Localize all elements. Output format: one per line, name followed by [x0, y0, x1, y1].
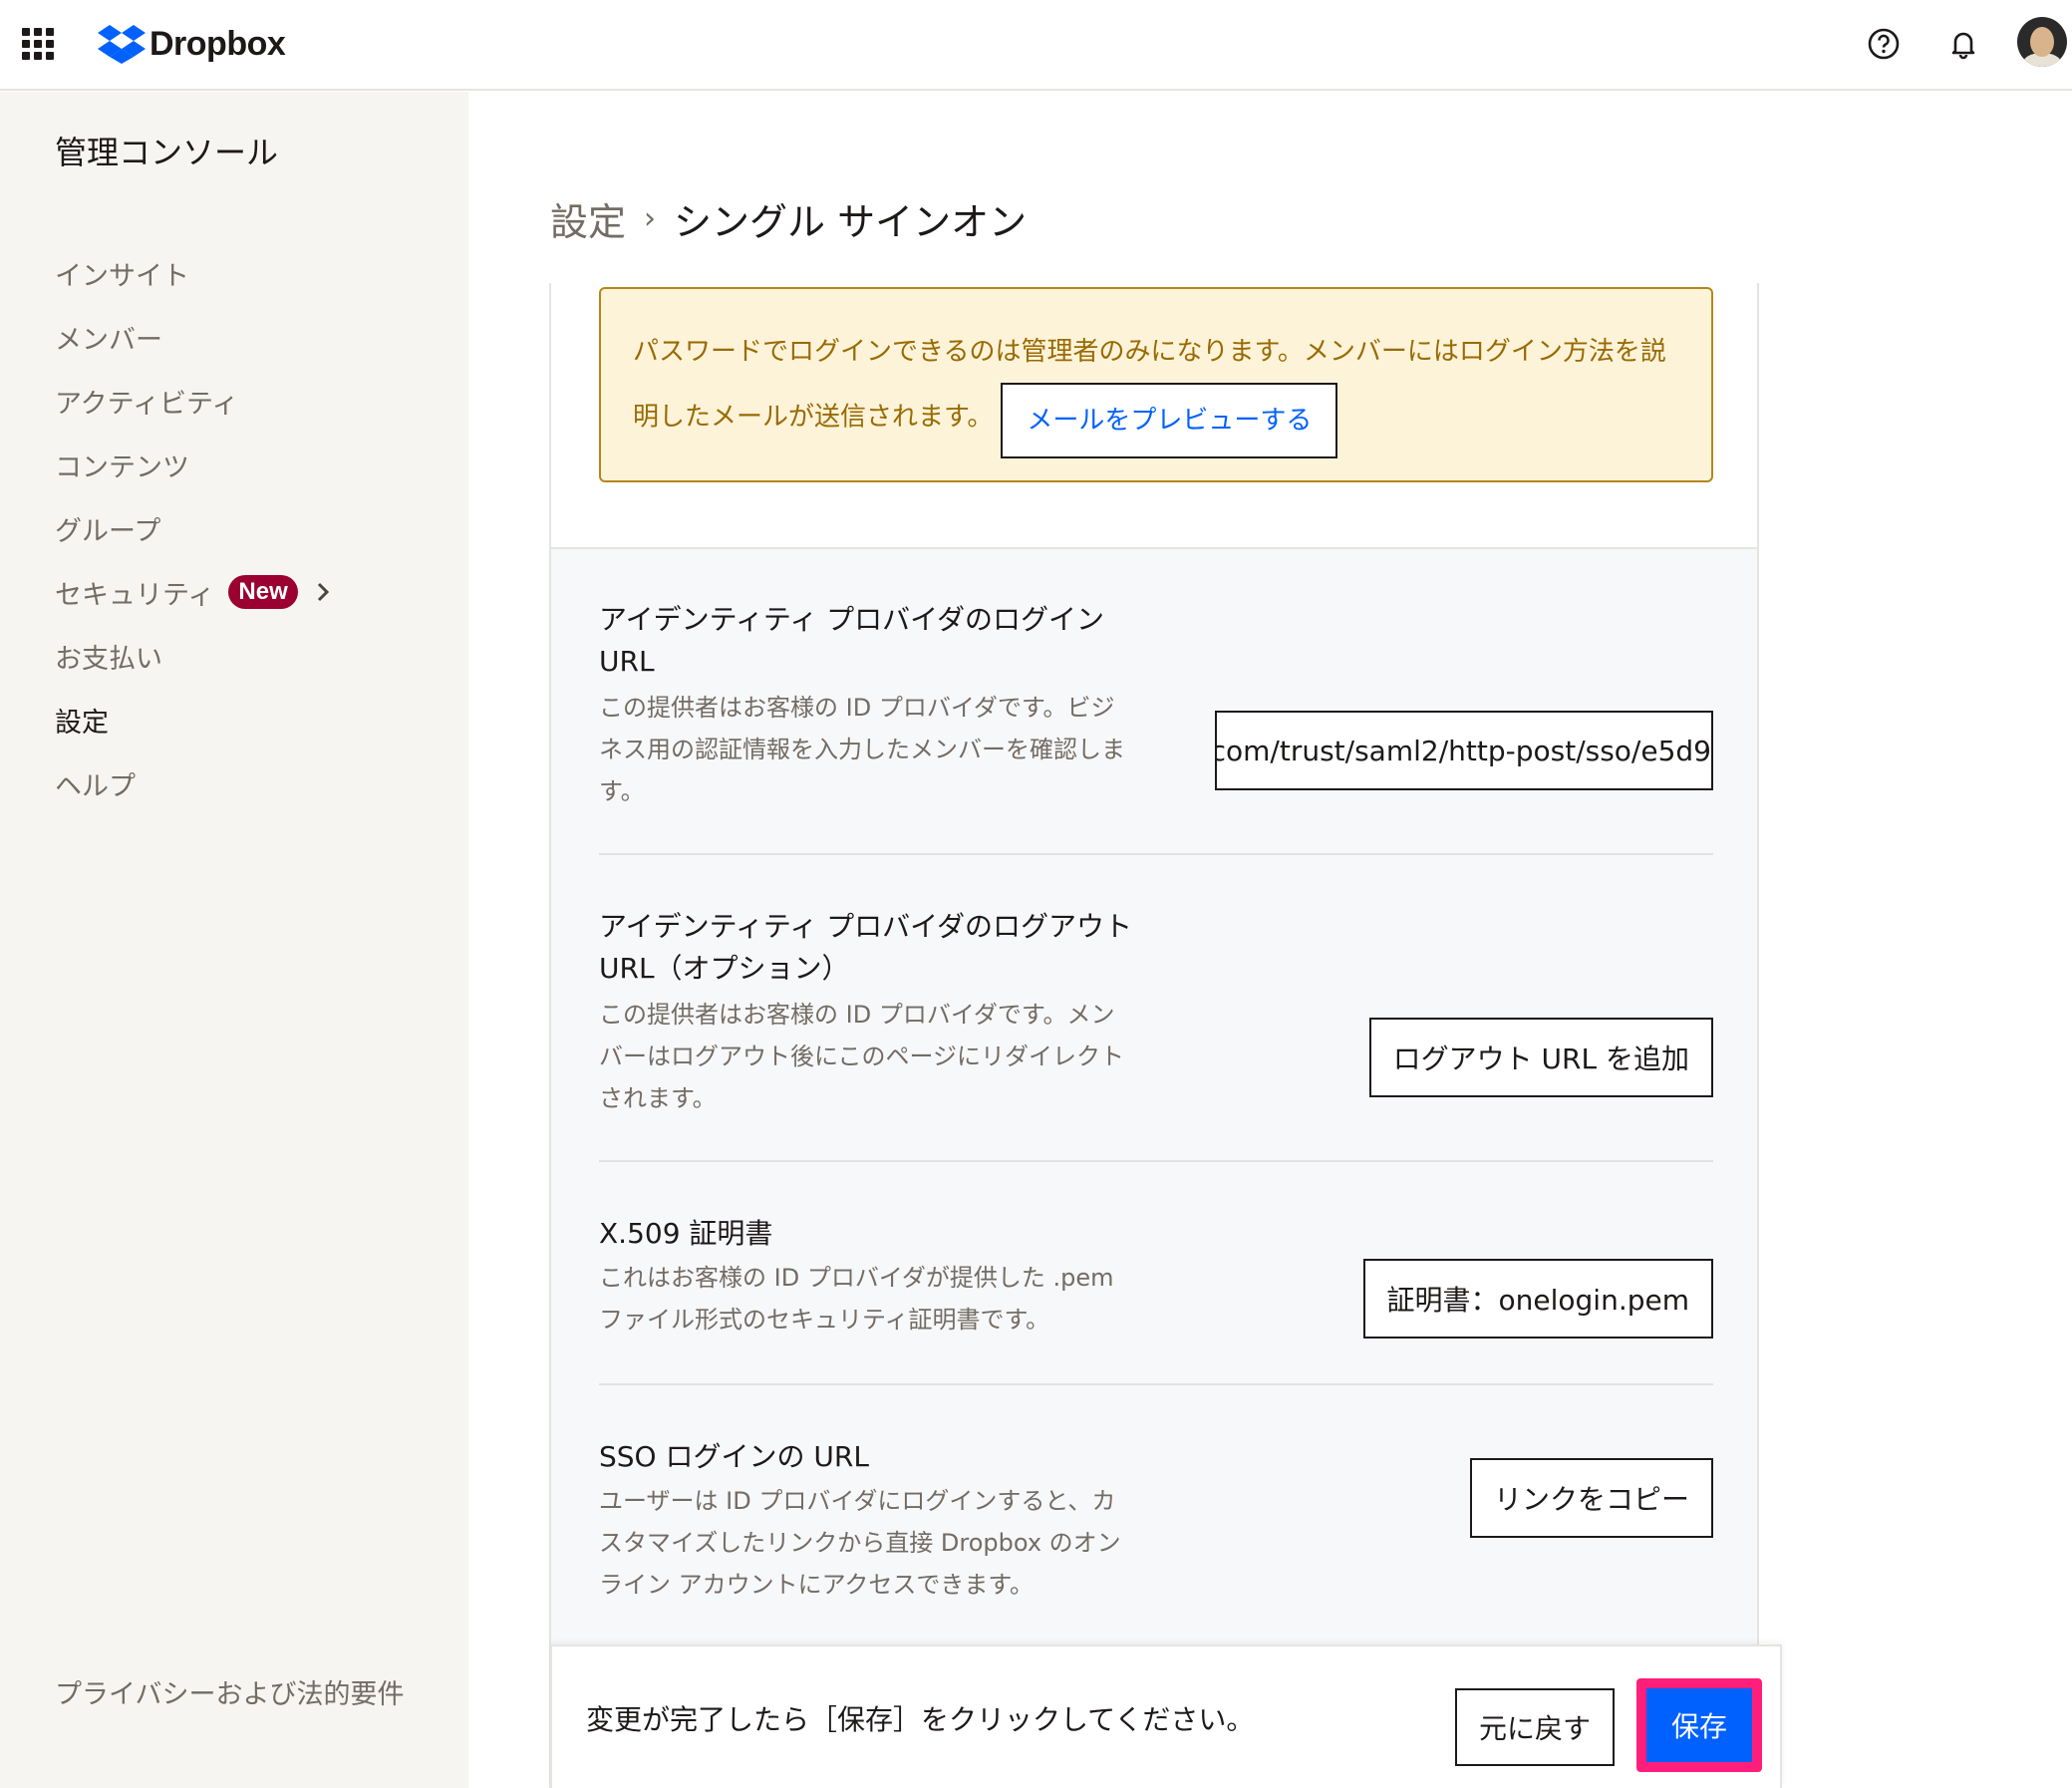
sidebar-item-label: お支払い [55, 643, 162, 675]
settings-list: アイデンティティ プロバイダのログイン URL この提供者はお客様の ID プロ… [551, 547, 1757, 1788]
save-bar-message: 変更が完了したら［保存］をクリックしてください。 [586, 1703, 1255, 1736]
sidebar-nav: インサイト メンバー アクティビティ コンテンツ グループ セキュリティ New… [55, 241, 330, 815]
sso-login-url-description: ユーザーは ID プロバイダにログインすると、カスタマイズしたリンクから直接 D… [599, 1487, 1121, 1599]
certificate-file-button[interactable]: 証明書：onelogin.pem [1362, 1259, 1713, 1339]
sidebar-item-content[interactable]: コンテンツ [55, 433, 330, 496]
page-title: シングル サインオン [674, 200, 1028, 244]
divider [599, 1383, 1713, 1385]
dropbox-logo[interactable]: Dropbox [98, 20, 286, 68]
bell-icon[interactable] [1941, 22, 1985, 66]
user-avatar[interactable] [2017, 17, 2067, 67]
sidebar-item-billing[interactable]: お支払い [55, 624, 330, 688]
dropbox-box-icon [98, 25, 146, 64]
new-badge: New [228, 575, 298, 609]
privacy-legal-link[interactable]: プライバシーおよび法的要件 [55, 1674, 414, 1716]
idp-login-url-value: com/trust/saml2/http-post/sso/e5d9 [1215, 734, 1711, 767]
certificate-row: X.509 証明書 これはお客様の ID プロバイダが提供した .pem ファイ… [599, 1213, 1713, 1372]
chevron-right-icon[interactable] [316, 581, 330, 603]
sidebar-title: 管理コンソール [55, 134, 279, 171]
preview-email-button[interactable]: メールをプレビューする [1001, 383, 1338, 458]
breadcrumb-separator: › [644, 201, 657, 236]
breadcrumb-parent[interactable]: 設定 [550, 191, 626, 246]
app-grid-icon[interactable] [22, 28, 54, 60]
sidebar-item-label: アクティビティ [55, 388, 239, 420]
sidebar-item-activity[interactable]: アクティビティ [55, 369, 330, 433]
brand-name: Dropbox [149, 24, 286, 63]
sidebar-item-label: セキュリティ [55, 579, 215, 611]
revert-button[interactable]: 元に戻す [1455, 1688, 1615, 1766]
save-button[interactable]: 保存 [1646, 1688, 1752, 1762]
divider [599, 853, 1713, 855]
sidebar-item-insights[interactable]: インサイト [55, 241, 330, 305]
breadcrumb: 設定 › シングル サインオン [550, 191, 1027, 246]
divider [599, 1160, 1713, 1162]
idp-login-url-title: アイデンティティ プロバイダのログイン URL [599, 603, 1105, 678]
sidebar-item-help[interactable]: ヘルプ [55, 751, 330, 815]
sidebar-item-label: 設定 [55, 707, 109, 739]
idp-logout-url-description: この提供者はお客様の ID プロバイダです。メンバーはログアウト後にこのページに… [599, 1001, 1125, 1112]
certificate-description: これはお客様の ID プロバイダが提供した .pem ファイル形式のセキュリティ… [599, 1264, 1114, 1334]
sso-login-url-title: SSO ログインの URL [599, 1440, 869, 1473]
sidebar-item-label: インサイト [55, 260, 189, 292]
add-logout-url-button[interactable]: ログアウト URL を追加 [1368, 1018, 1713, 1097]
sidebar-item-label: ヘルプ [55, 770, 136, 802]
sidebar-item-settings[interactable]: 設定 [55, 688, 330, 751]
sidebar-item-members[interactable]: メンバー [55, 305, 330, 369]
save-bar: 変更が完了したら［保存］をクリックしてください。 元に戻す 保存 [550, 1644, 1782, 1788]
sso-settings-card: パスワードでログインできるのは管理者のみになります。メンバーにはログイン方法を説… [549, 283, 1759, 1788]
idp-login-url-row: アイデンティティ プロバイダのログイン URL この提供者はお客様の ID プロ… [599, 599, 1713, 818]
sidebar-item-groups[interactable]: グループ [55, 496, 330, 560]
idp-logout-url-title: アイデンティティ プロバイダのログアウト URL（オプション） [599, 910, 1133, 985]
sso-login-url-row: SSO ログインの URL ユーザーは ID プロバイダにログインすると、カスタ… [599, 1436, 1713, 1616]
sidebar-item-security[interactable]: セキュリティ New [55, 560, 330, 624]
idp-logout-url-row: アイデンティティ プロバイダのログアウト URL（オプション） この提供者はお客… [599, 906, 1713, 1125]
idp-login-url-description: この提供者はお客様の ID プロバイダです。ビジネス用の認証情報を入力したメンバ… [599, 694, 1125, 805]
copy-link-button[interactable]: リンクをコピー [1469, 1458, 1713, 1538]
save-button-highlight: 保存 [1636, 1678, 1762, 1772]
top-bar: Dropbox [0, 0, 2072, 91]
sidebar: 管理コンソール インサイト メンバー アクティビティ コンテンツ グループ セキ… [0, 92, 468, 1788]
certificate-title: X.509 証明書 [599, 1217, 773, 1250]
sidebar-item-label: メンバー [55, 324, 162, 356]
sidebar-item-label: コンテンツ [55, 451, 189, 483]
sidebar-item-label: グループ [55, 515, 161, 547]
idp-login-url-input[interactable]: com/trust/saml2/http-post/sso/e5d9 [1215, 711, 1713, 790]
warning-notice: パスワードでログインできるのは管理者のみになります。メンバーにはログイン方法を説… [599, 287, 1713, 482]
help-icon[interactable] [1862, 22, 1906, 66]
